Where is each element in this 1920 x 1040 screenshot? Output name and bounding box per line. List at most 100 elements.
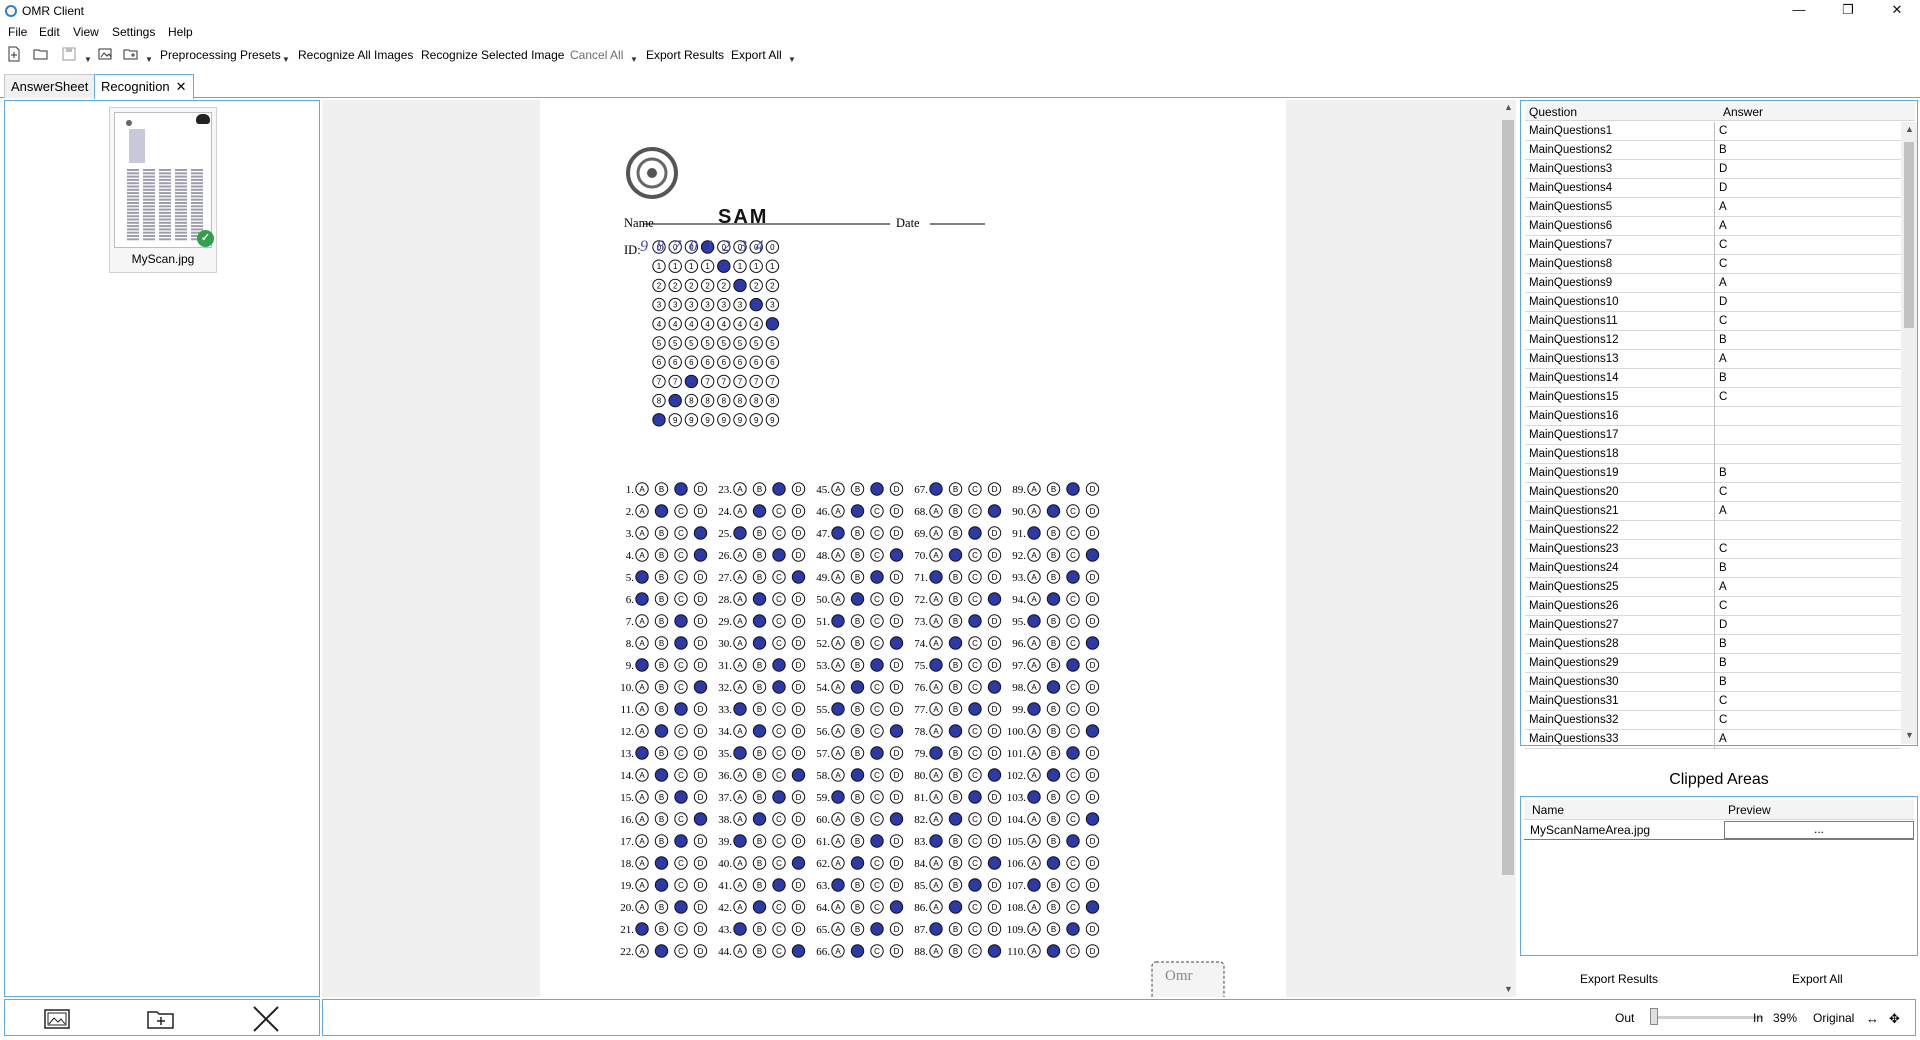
answer-cell[interactable]: A — [1719, 201, 1727, 213]
clip-name-header[interactable]: Name — [1532, 803, 1564, 817]
answer-cell[interactable]: C — [1719, 258, 1727, 270]
answer-cell[interactable]: B — [1719, 562, 1727, 574]
answer-row[interactable]: MainQuestions27 D — [1525, 616, 1901, 635]
clipped-row[interactable]: MyScanNameArea.jpg ... — [1524, 820, 1914, 840]
answer-row[interactable]: MainQuestions22 — [1525, 521, 1901, 540]
answer-cell[interactable]: D — [1719, 296, 1727, 308]
answer-row[interactable]: MainQuestions5 A — [1525, 198, 1901, 217]
original-size-button[interactable]: Original — [1813, 1011, 1854, 1025]
answer-cell[interactable]: B — [1719, 467, 1727, 479]
answer-cell[interactable]: C — [1719, 125, 1727, 137]
answer-row[interactable]: MainQuestions21 A — [1525, 502, 1901, 521]
answer-row[interactable]: MainQuestions31 C — [1525, 692, 1901, 711]
answer-cell[interactable]: C — [1719, 391, 1727, 403]
answer-row[interactable]: MainQuestions15 C — [1525, 388, 1901, 407]
answer-cell[interactable]: C — [1719, 714, 1727, 726]
answer-row[interactable]: MainQuestions13 A — [1525, 350, 1901, 369]
footer-export-results-button[interactable]: Export Results — [1580, 972, 1658, 986]
answer-cell[interactable]: A — [1719, 733, 1727, 745]
answer-row[interactable]: MainQuestions26 C — [1525, 597, 1901, 616]
answer-row[interactable]: MainQuestions6 A — [1525, 217, 1901, 236]
fit-page-icon[interactable]: ✥ — [1889, 1011, 1900, 1027]
minimize-button[interactable]: — — [1776, 0, 1822, 22]
maximize-button[interactable]: ❐ — [1825, 0, 1871, 22]
answer-cell[interactable]: C — [1719, 695, 1727, 707]
answer-cell[interactable]: B — [1719, 638, 1727, 650]
export-dropdown-icon[interactable]: ▼ — [788, 56, 796, 64]
add-image-icon[interactable] — [43, 1006, 73, 1032]
answer-cell[interactable]: A — [1719, 220, 1727, 232]
answer-row[interactable]: MainQuestions32 C — [1525, 711, 1901, 730]
question-column-header[interactable]: Question — [1529, 105, 1577, 119]
answer-row[interactable]: MainQuestions30 B — [1525, 673, 1901, 692]
cancel-all-button[interactable]: Cancel All — [570, 48, 623, 62]
menu-view[interactable]: View — [73, 25, 99, 39]
answer-row[interactable]: MainQuestions28 B — [1525, 635, 1901, 654]
answers-scroll-thumb[interactable] — [1904, 142, 1914, 328]
answer-cell[interactable]: A — [1719, 505, 1727, 517]
add-folder-footer-icon[interactable] — [146, 1006, 176, 1032]
answer-cell[interactable]: C — [1719, 239, 1727, 251]
answer-cell[interactable]: B — [1719, 676, 1727, 688]
scroll-up-icon[interactable]: ▲ — [1504, 102, 1513, 112]
answer-row[interactable]: MainQuestions29 B — [1525, 654, 1901, 673]
open-folder-icon[interactable] — [33, 46, 49, 62]
cancel-dropdown-icon[interactable]: ▼ — [630, 56, 638, 64]
answer-row[interactable]: MainQuestions7 C — [1525, 236, 1901, 255]
answer-row[interactable]: MainQuestions10 D — [1525, 293, 1901, 312]
zoom-out-label[interactable]: Out — [1615, 1011, 1634, 1025]
answer-cell[interactable]: B — [1719, 372, 1727, 384]
menu-file[interactable]: File — [8, 25, 27, 39]
answer-cell[interactable]: C — [1719, 600, 1727, 612]
answer-cell[interactable]: C — [1719, 315, 1727, 327]
answer-cell[interactable]: D — [1719, 163, 1727, 175]
answer-cell[interactable]: A — [1719, 353, 1727, 365]
close-window-button[interactable]: ✕ — [1874, 0, 1920, 22]
answer-row[interactable]: MainQuestions18 — [1525, 445, 1901, 464]
export-all-button[interactable]: Export All — [731, 48, 782, 62]
add-dropdown-icon[interactable]: ▼ — [145, 56, 153, 64]
new-file-icon[interactable] — [6, 46, 22, 62]
answer-cell[interactable]: C — [1719, 486, 1727, 498]
answer-row[interactable]: MainQuestions3 D — [1525, 160, 1901, 179]
answer-row[interactable]: MainQuestions8 C — [1525, 255, 1901, 274]
answers-scrollbar[interactable]: ▲ ▼ — [1901, 122, 1917, 744]
answer-cell[interactable]: B — [1719, 144, 1727, 156]
answer-row[interactable]: MainQuestions17 — [1525, 426, 1901, 445]
recognize-selected-button[interactable]: Recognize Selected Image — [421, 48, 564, 62]
save-dropdown-icon[interactable]: ▼ — [84, 56, 92, 64]
answer-row[interactable]: MainQuestions14 B — [1525, 369, 1901, 388]
answer-row[interactable]: MainQuestions12 B — [1525, 331, 1901, 350]
footer-export-all-button[interactable]: Export All — [1792, 972, 1843, 986]
answer-row[interactable]: MainQuestions24 B — [1525, 559, 1901, 578]
answer-cell[interactable]: B — [1719, 334, 1727, 346]
answer-row[interactable]: MainQuestions20 C — [1525, 483, 1901, 502]
close-tab-icon[interactable]: ✕ — [176, 79, 187, 94]
image-viewer[interactable]: 0123456780123456790123456891234567890234… — [322, 100, 1516, 997]
clip-preview-header[interactable]: Preview — [1728, 803, 1771, 817]
add-folder-icon[interactable] — [123, 46, 139, 62]
export-results-button[interactable]: Export Results — [646, 48, 724, 62]
tab-answersheet[interactable]: AnswerSheet — [4, 74, 96, 98]
menu-settings[interactable]: Settings — [112, 25, 155, 39]
preprocessing-presets-button[interactable]: Preprocessing Presets — [160, 48, 281, 62]
answer-cell[interactable]: A — [1719, 277, 1727, 289]
answers-scroll-down-icon[interactable]: ▼ — [1905, 730, 1914, 740]
answer-row[interactable]: MainQuestions9 A — [1525, 274, 1901, 293]
clip-preview-button[interactable]: ... — [1724, 821, 1914, 839]
presets-dropdown-icon[interactable]: ▼ — [282, 56, 290, 64]
save-icon[interactable] — [61, 46, 77, 62]
tab-recognition[interactable]: Recognition ✕ — [94, 74, 194, 99]
image-thumbnail[interactable]: ✓ MyScan.jpg — [109, 107, 217, 273]
answer-row[interactable]: MainQuestions19 B — [1525, 464, 1901, 483]
answer-row[interactable]: MainQuestions25 A — [1525, 578, 1901, 597]
answer-row[interactable]: MainQuestions16 — [1525, 407, 1901, 426]
answer-row[interactable]: MainQuestions4 D — [1525, 179, 1901, 198]
remove-image-icon[interactable] — [251, 1006, 281, 1032]
zoom-in-label[interactable]: In — [1753, 1011, 1763, 1025]
zoom-slider-track[interactable] — [1653, 1016, 1763, 1019]
answer-row[interactable]: MainQuestions2 B — [1525, 141, 1901, 160]
answer-column-header[interactable]: Answer — [1723, 105, 1763, 119]
menu-edit[interactable]: Edit — [39, 25, 60, 39]
menu-help[interactable]: Help — [168, 25, 193, 39]
